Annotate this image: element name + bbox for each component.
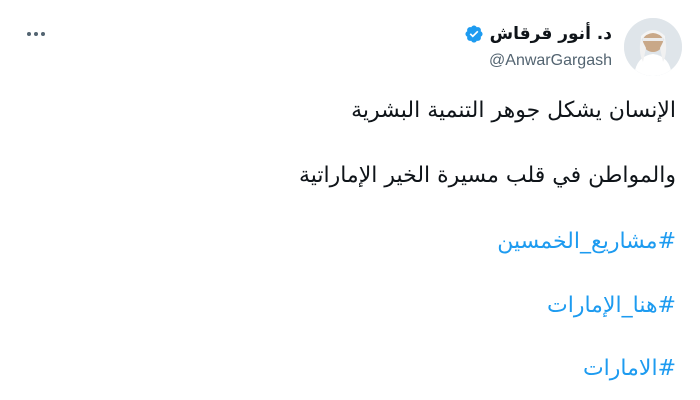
display-name[interactable]: د. أنور قرقاش xyxy=(490,22,612,46)
avatar-image xyxy=(624,18,682,76)
tweet-card: د. أنور قرقاش @AnwarGargash الإنسان يشكل… xyxy=(0,0,700,400)
tweet-text-line: والمواطن في قلب مسيرة الخير الإماراتية xyxy=(298,163,676,188)
more-dot xyxy=(34,32,38,36)
more-dot xyxy=(27,32,31,36)
hashtag-link[interactable]: #الامارات xyxy=(583,353,676,385)
name-row: د. أنور قرقاش xyxy=(464,22,612,46)
avatar[interactable] xyxy=(624,18,682,76)
hashtag-link[interactable]: #هنا_الإمارات xyxy=(547,290,676,322)
tweet-header: د. أنور قرقاش @AnwarGargash xyxy=(464,22,612,72)
tweet-text-line: الإنسان يشكل جوهر التنمية البشرية xyxy=(351,98,676,123)
verified-badge-icon xyxy=(464,24,484,44)
more-dot xyxy=(41,32,45,36)
user-handle[interactable]: @AnwarGargash xyxy=(464,50,612,72)
hashtag-link[interactable]: #مشاريع_الخمسين xyxy=(497,226,676,258)
more-horizontal-icon[interactable] xyxy=(22,22,50,46)
